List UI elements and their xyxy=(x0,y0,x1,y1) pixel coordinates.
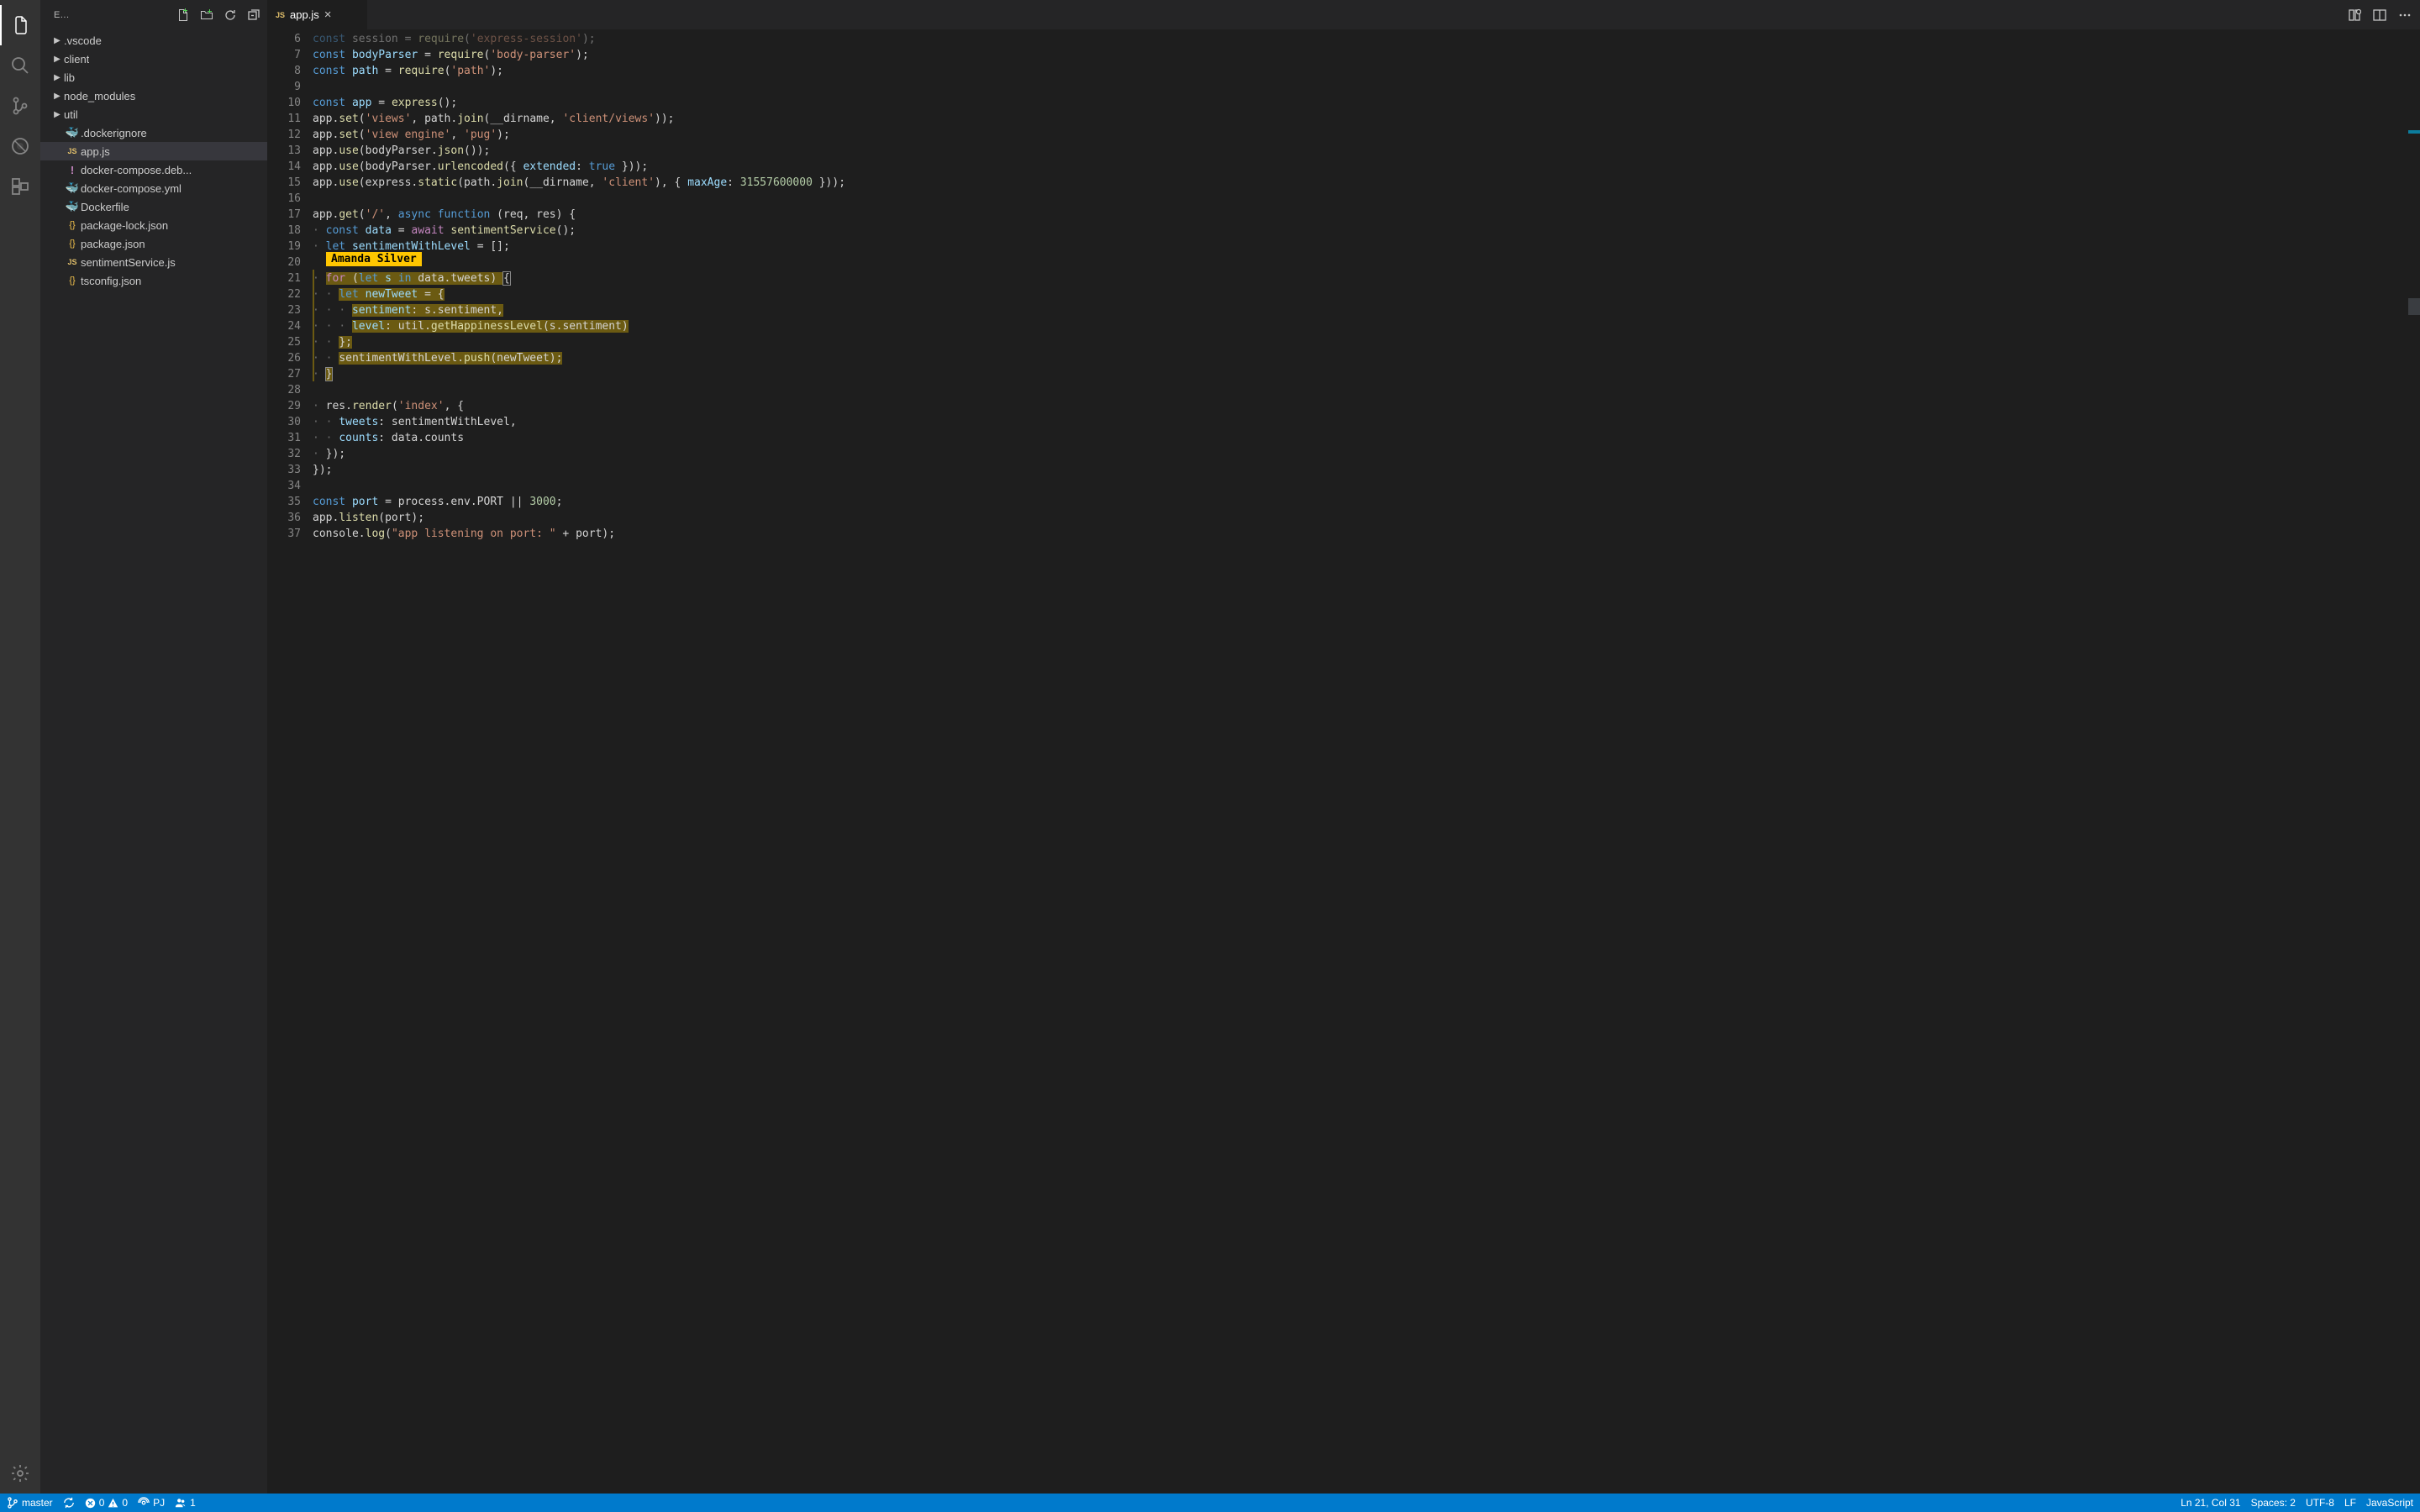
live-share-participants[interactable]: 1 xyxy=(175,1497,196,1509)
activity-bar xyxy=(0,0,40,1494)
eol[interactable]: LF xyxy=(2344,1497,2356,1509)
editor-area: JS app.js × 6789101112131415161718192021… xyxy=(267,0,2420,1494)
extensions-icon[interactable] xyxy=(0,166,40,207)
cursor-position[interactable]: Ln 21, Col 31 xyxy=(2181,1497,2240,1509)
file-docker-compose-debug[interactable]: !docker-compose.deb... xyxy=(40,160,267,179)
json-icon: {} xyxy=(64,239,81,249)
folder-client[interactable]: ▶client xyxy=(40,50,267,68)
chevron-right-icon: ▶ xyxy=(52,73,62,82)
json-icon: {} xyxy=(64,276,81,286)
file-app-js[interactable]: JSapp.js xyxy=(40,142,267,160)
editor-body[interactable]: 6789101112131415161718192021222324252627… xyxy=(267,29,2420,1494)
explorer-icon[interactable] xyxy=(0,5,40,45)
sidebar: E... ▶.vscode ▶client ▶lib ▶node_modules… xyxy=(40,0,267,1494)
yaml-icon: ! xyxy=(64,164,81,176)
file-package-json[interactable]: {}package.json xyxy=(40,234,267,253)
live-share[interactable]: PJ xyxy=(138,1497,165,1509)
docker-icon: 🐳 xyxy=(64,126,81,139)
chevron-right-icon: ▶ xyxy=(52,92,62,101)
folder-node-modules[interactable]: ▶node_modules xyxy=(40,87,267,105)
new-file-icon[interactable] xyxy=(176,8,190,22)
selection-indicator xyxy=(313,270,314,381)
folder-lib[interactable]: ▶lib xyxy=(40,68,267,87)
folder-vscode[interactable]: ▶.vscode xyxy=(40,31,267,50)
settings-gear-icon[interactable] xyxy=(0,1453,40,1494)
js-icon: JS xyxy=(64,147,81,155)
docker-icon: 🐳 xyxy=(64,200,81,213)
js-icon: JS xyxy=(64,258,81,266)
blame-annotation: Amanda Silver xyxy=(326,252,422,266)
git-branch[interactable]: master xyxy=(7,1497,53,1509)
search-icon[interactable] xyxy=(0,45,40,86)
json-icon: {} xyxy=(64,220,81,230)
encoding[interactable]: UTF-8 xyxy=(2306,1497,2334,1509)
tabs-bar: JS app.js × xyxy=(267,0,2420,29)
chevron-right-icon: ▶ xyxy=(52,36,62,45)
folder-util[interactable]: ▶util xyxy=(40,105,267,123)
file-tsconfig[interactable]: {}tsconfig.json xyxy=(40,271,267,290)
refresh-icon[interactable] xyxy=(224,8,237,22)
language-mode[interactable]: JavaScript xyxy=(2366,1497,2413,1509)
problems[interactable]: 0 0 xyxy=(85,1497,128,1509)
sidebar-header: E... xyxy=(40,0,267,29)
new-folder-icon[interactable] xyxy=(200,8,213,22)
docker-icon: 🐳 xyxy=(64,181,81,195)
line-number-gutter: 6789101112131415161718192021222324252627… xyxy=(267,29,313,1494)
file-package-lock[interactable]: {}package-lock.json xyxy=(40,216,267,234)
chevron-right-icon: ▶ xyxy=(52,55,62,64)
indentation[interactable]: Spaces: 2 xyxy=(2251,1497,2296,1509)
code-content[interactable]: const session = require('express-session… xyxy=(313,29,2408,1494)
compare-changes-icon[interactable] xyxy=(2348,8,2361,22)
more-icon[interactable] xyxy=(2398,8,2412,22)
chevron-right-icon: ▶ xyxy=(52,110,62,119)
close-icon[interactable]: × xyxy=(324,8,332,22)
debug-icon[interactable] xyxy=(0,126,40,166)
file-tree: ▶.vscode ▶client ▶lib ▶node_modules ▶uti… xyxy=(40,29,267,1494)
tab-app-js[interactable]: JS app.js × xyxy=(267,0,368,29)
file-docker-compose[interactable]: 🐳docker-compose.yml xyxy=(40,179,267,197)
sync-icon[interactable] xyxy=(63,1497,75,1509)
split-editor-icon[interactable] xyxy=(2373,8,2386,22)
file-sentiment-service[interactable]: JSsentimentService.js xyxy=(40,253,267,271)
file-dockerignore[interactable]: 🐳.dockerignore xyxy=(40,123,267,142)
tab-label: app.js xyxy=(290,8,319,21)
js-icon: JS xyxy=(276,11,285,19)
source-control-icon[interactable] xyxy=(0,86,40,126)
file-dockerfile[interactable]: 🐳Dockerfile xyxy=(40,197,267,216)
sidebar-title: E... xyxy=(54,10,176,20)
minimap[interactable] xyxy=(2408,29,2420,1494)
status-bar: master 0 0 PJ 1 Ln 21, Col 31 Spa xyxy=(0,1494,2420,1512)
collapse-all-icon[interactable] xyxy=(247,8,260,22)
